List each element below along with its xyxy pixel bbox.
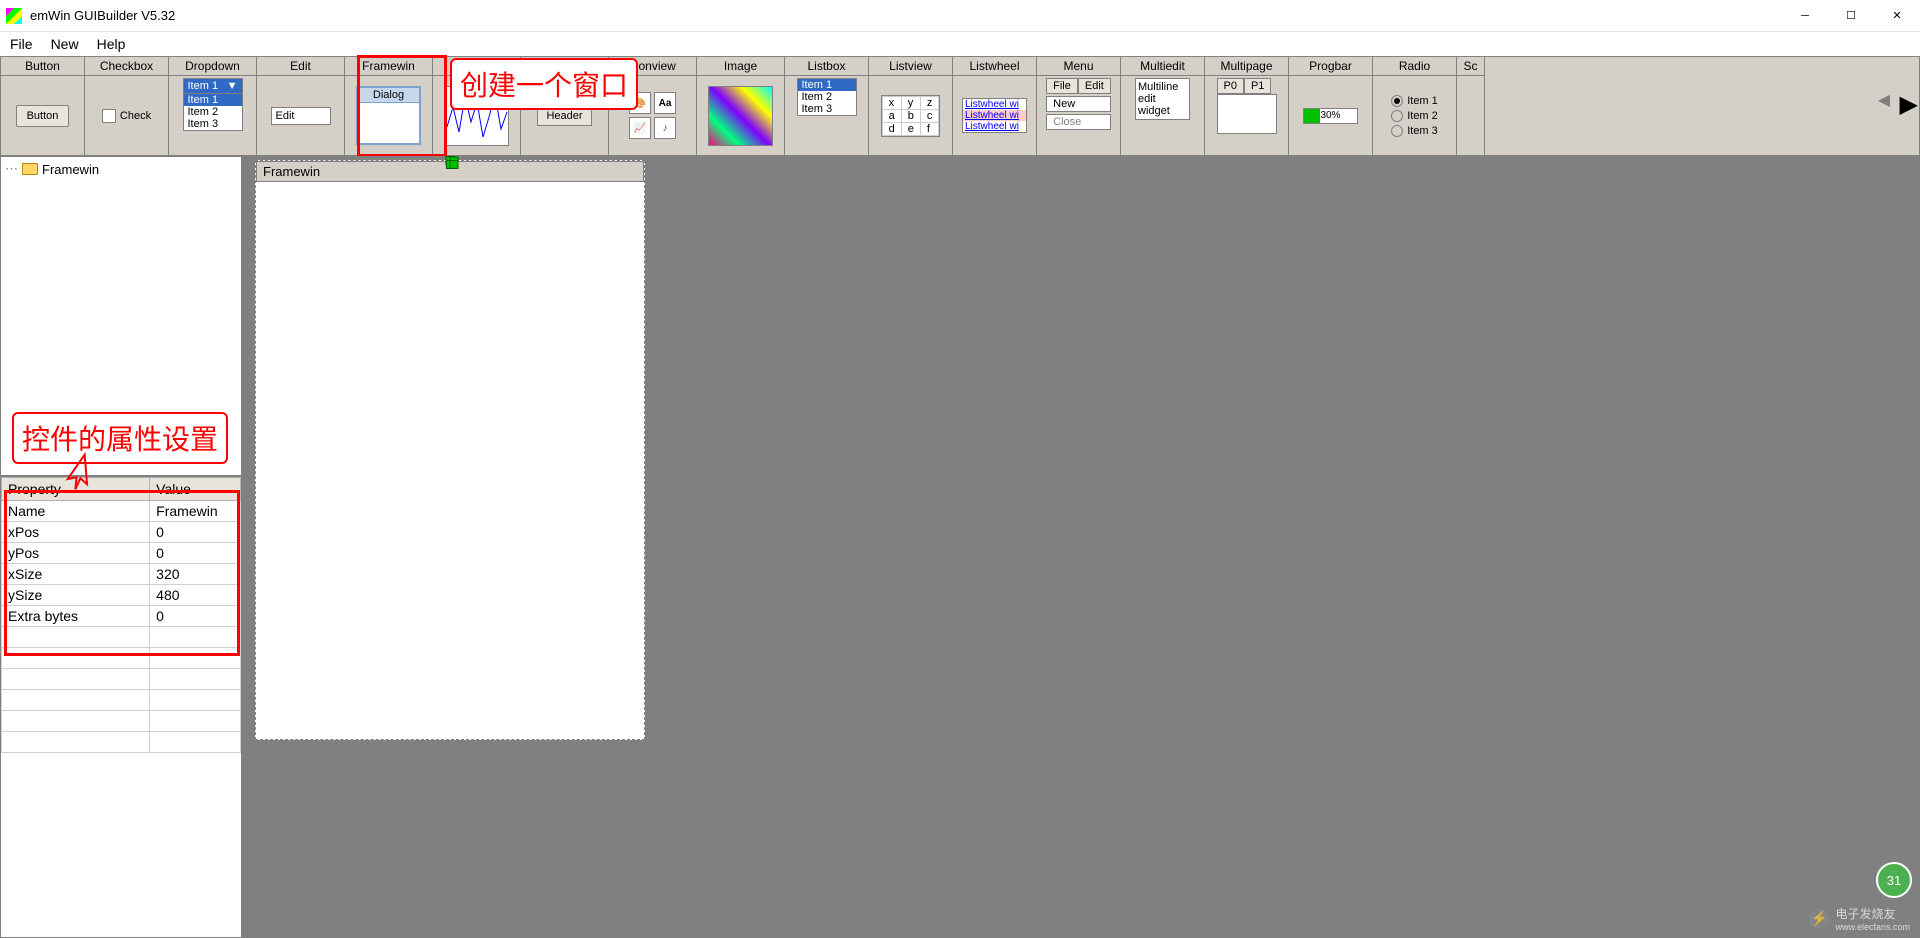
tool-radio[interactable]: Radio Item 1 Item 2 Item 3 (1373, 57, 1457, 155)
window-controls: ─ ☐ ✕ (1782, 0, 1920, 32)
tool-listwheel[interactable]: Listwheel Listwheel wi Listwheel wi List… (953, 57, 1037, 155)
listbox-sample: Item 1 Item 2 Item 3 (797, 78, 857, 116)
dropdown-sample: Item 1▼ Item 1 Item 2 Item 3 (183, 78, 243, 131)
chevron-down-icon: ▼ (227, 80, 238, 92)
button-sample: Button (16, 105, 70, 127)
tool-framewin[interactable]: Framewin Dialog (345, 57, 433, 155)
menu-bar: File New Help (0, 32, 1920, 56)
property-row: Extra bytes0 (2, 606, 241, 627)
tool-radio-label: Radio (1373, 57, 1456, 76)
tool-progbar-label: Progbar (1289, 57, 1372, 76)
tool-multipage-label: Multipage (1205, 57, 1288, 76)
left-panel: ⋯ Framewin Property Value NameFramewin x… (0, 156, 243, 938)
radio-on-icon (1391, 95, 1403, 107)
property-panel: Property Value NameFramewin xPos0 yPos0 … (0, 476, 242, 938)
tool-framewin-label: Framewin (345, 57, 432, 76)
checkbox-sample: Check (102, 109, 151, 123)
property-row: xSize320 (2, 564, 241, 585)
tool-multiedit[interactable]: Multiedit Multiline edit widget (1121, 57, 1205, 155)
main-area: ⋯ Framewin Property Value NameFramewin x… (0, 156, 1920, 938)
tool-listwheel-label: Listwheel (953, 57, 1036, 76)
title-bar: emWin GUIBuilder V5.32 ─ ☐ ✕ (0, 0, 1920, 32)
property-header-val[interactable]: Value (150, 478, 241, 501)
minimize-button[interactable]: ─ (1782, 0, 1828, 32)
tool-dropdown[interactable]: Dropdown Item 1▼ Item 1 Item 2 Item 3 (169, 57, 257, 155)
property-row: xPos0 (2, 522, 241, 543)
tool-scrollbar[interactable]: Sc (1457, 57, 1485, 155)
framewin-sample: Dialog (356, 86, 421, 145)
menu-sample: FileEdit New Close (1046, 78, 1111, 130)
design-framewin[interactable]: Framewin (255, 160, 645, 740)
tree-item-framewin[interactable]: ⋯ Framewin (5, 161, 237, 177)
window-title: emWin GUIBuilder V5.32 (30, 8, 175, 23)
tool-listbox-label: Listbox (785, 57, 868, 76)
design-canvas[interactable]: Framewin (243, 156, 1920, 938)
music-icon: ♪ (654, 117, 676, 139)
tool-scrollbar-label: Sc (1457, 57, 1484, 76)
property-row: NameFramewin (2, 501, 241, 522)
watermark: ⚡ 电子发烧友 www.elecfans.com (1809, 905, 1910, 932)
toolbar-scroll-right[interactable]: ▶ (1900, 90, 1918, 119)
badge: 31 (1876, 862, 1912, 898)
progbar-sample: 30% (1303, 108, 1358, 124)
watermark-icon: ⚡ (1809, 909, 1829, 929)
font-icon: Aa (654, 92, 676, 114)
menu-help[interactable]: Help (97, 36, 126, 52)
annotation-create-window: 创建一个窗口 (450, 58, 638, 110)
annotation-properties: 控件的属性设置 (12, 412, 228, 464)
folder-icon (22, 163, 38, 175)
property-row: yPos0 (2, 543, 241, 564)
chart-icon: 📈 (629, 117, 651, 139)
checkbox-box-icon (102, 109, 116, 123)
multipage-sample: P0P1 (1217, 78, 1277, 134)
toolbar-scroll-left[interactable]: ◀ (1878, 90, 1890, 110)
menu-new[interactable]: New (51, 36, 79, 52)
radio-off-icon (1391, 125, 1403, 137)
maximize-button[interactable]: ☐ (1828, 0, 1874, 32)
property-table: Property Value NameFramewin xPos0 yPos0 … (1, 477, 241, 753)
widget-toolbar: Button Button Checkbox Check Dropdown It… (0, 56, 1920, 156)
tool-listview[interactable]: Listview xyz abc def (869, 57, 953, 155)
tool-listview-label: Listview (869, 57, 952, 76)
tool-menu-label: Menu (1037, 57, 1120, 76)
tool-multipage[interactable]: Multipage P0P1 (1205, 57, 1289, 155)
image-sample (708, 86, 773, 146)
close-button[interactable]: ✕ (1874, 0, 1920, 32)
tool-image-label: Image (697, 57, 784, 76)
menu-file[interactable]: File (10, 36, 33, 52)
resize-handle-top[interactable] (446, 156, 455, 165)
tool-dropdown-label: Dropdown (169, 57, 256, 76)
property-header-prop[interactable]: Property (2, 478, 150, 501)
tool-button[interactable]: Button Button (1, 57, 85, 155)
multiedit-sample: Multiline edit widget (1135, 78, 1190, 120)
property-row: ySize480 (2, 585, 241, 606)
tool-edit-label: Edit (257, 57, 344, 76)
listview-sample: xyz abc def (881, 95, 941, 137)
tree-expand-icon: ⋯ (5, 161, 18, 177)
tool-button-label: Button (1, 57, 84, 76)
tool-edit[interactable]: Edit Edit (257, 57, 345, 155)
tool-menu[interactable]: Menu FileEdit New Close (1037, 57, 1121, 155)
resize-handle-corner[interactable] (450, 160, 459, 169)
app-icon (6, 8, 22, 24)
radio-off-icon (1391, 110, 1403, 122)
radio-sample: Item 1 Item 2 Item 3 (1391, 95, 1438, 137)
listwheel-sample: Listwheel wi Listwheel wi Listwheel wi (962, 98, 1027, 133)
edit-sample: Edit (271, 107, 331, 125)
tool-progbar[interactable]: Progbar 30% (1289, 57, 1373, 155)
tool-checkbox-label: Checkbox (85, 57, 168, 76)
tool-image[interactable]: Image (697, 57, 785, 155)
tool-listbox[interactable]: Listbox Item 1 Item 2 Item 3 (785, 57, 869, 155)
tool-checkbox[interactable]: Checkbox Check (85, 57, 169, 155)
tool-multiedit-label: Multiedit (1121, 57, 1204, 76)
